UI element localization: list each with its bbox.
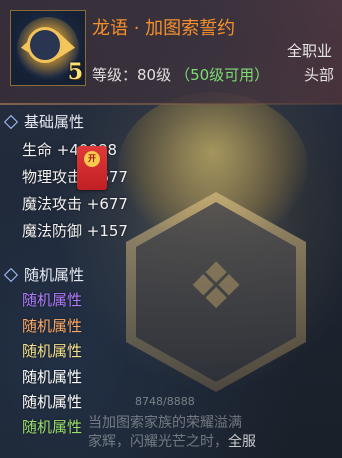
random-attribute: 随机属性: [22, 368, 83, 386]
flavor-line-2: 家辉，闪耀光芒之时，全服: [88, 433, 338, 452]
random-attributes-label: 随机属性: [24, 266, 85, 284]
random-attribute: 随机属性: [22, 393, 83, 411]
stat-magic-attack: 魔法攻击 +677: [22, 195, 128, 213]
flavor-line-2b: 全服: [228, 434, 256, 450]
item-title: 龙语 · 加图索誓约: [92, 18, 236, 39]
level-text: 等级：80级: [92, 66, 172, 84]
base-attributes-label: 基础属性: [24, 113, 85, 131]
durability-value: 8748/8888: [135, 395, 195, 408]
enhance-level: 5: [67, 59, 83, 85]
flavor-line-1: 当加图索家族的荣耀溢满: [88, 415, 242, 431]
random-attributes-header: 随机属性: [3, 264, 85, 285]
equip-slot: 头部: [303, 66, 334, 84]
medal-core-icon: [27, 27, 63, 63]
class-requirement: 全职业: [286, 42, 332, 60]
random-attribute: 随机属性: [22, 317, 83, 335]
diamond-bullet-icon: [3, 114, 19, 129]
envelope-seal-icon: 开: [84, 151, 100, 167]
level-requirement: 等级：80级 （50级可用）: [92, 64, 269, 85]
random-attribute: 随机属性: [22, 342, 83, 360]
stat-magic-defense: 魔法防御 +157: [22, 222, 128, 240]
random-attribute: 随机属性: [22, 418, 83, 436]
red-envelope-icon[interactable]: 开: [77, 146, 107, 190]
flavor-line-2a: 家辉，闪耀光芒之时，: [88, 434, 228, 450]
hexagon-emblem: ❖: [126, 192, 306, 392]
base-attributes-header: 基础属性: [3, 111, 85, 132]
emblem-icon: ❖: [187, 250, 245, 324]
random-attribute: 随机属性: [22, 291, 83, 309]
header-divider: [0, 103, 342, 105]
stat-physical-attack: 物理攻击 +677: [22, 168, 128, 186]
diamond-bullet-icon: [3, 267, 19, 282]
flavor-text: 当加图索家族的荣耀溢满 家辉，闪耀光芒之时，全服: [88, 414, 338, 452]
item-icon[interactable]: 5: [10, 10, 86, 86]
level-available: （50级可用）: [175, 66, 270, 84]
